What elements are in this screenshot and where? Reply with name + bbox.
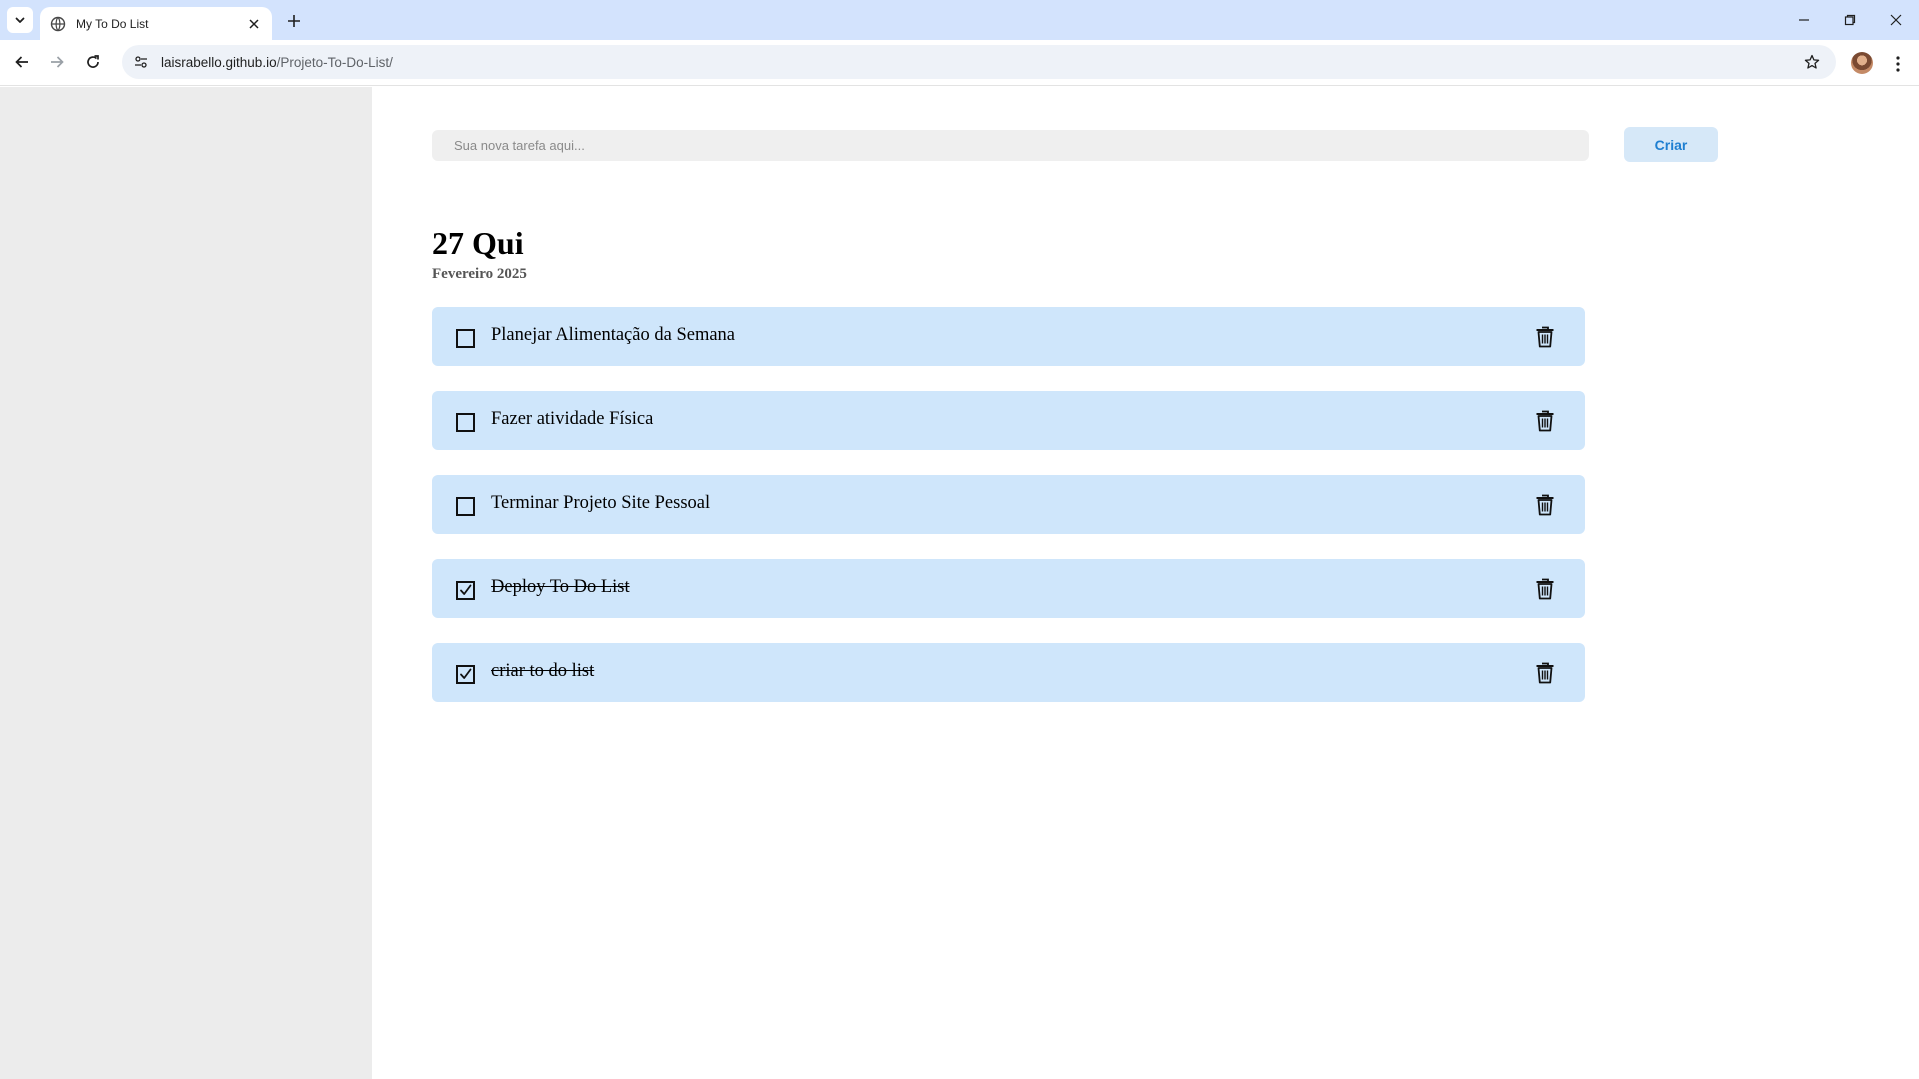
checkbox-icon[interactable] <box>456 664 475 684</box>
chevron-down-icon <box>15 17 25 23</box>
page-content: Criar 27 Qui Fevereiro 2025 Planejar Ali… <box>0 87 1919 1079</box>
task-label: Terminar Projeto Site Pessoal <box>491 492 711 513</box>
tab-strip: My To Do List <box>0 0 1919 40</box>
address-bar[interactable]: laisrabello.github.io/Projeto-To-Do-List… <box>122 45 1836 79</box>
restore-icon <box>1844 14 1856 26</box>
task-item: Planejar Alimentação da Semana <box>432 307 1585 366</box>
task-label: criar to do list <box>491 660 595 681</box>
task-label: Deploy To Do List <box>491 576 630 597</box>
trash-icon[interactable] <box>1533 408 1557 434</box>
close-tab-icon[interactable] <box>244 14 264 34</box>
date-month: Fevereiro 2025 <box>432 266 527 282</box>
minimize-icon <box>1799 19 1809 21</box>
sidebar <box>0 87 372 1079</box>
close-icon <box>1890 14 1902 26</box>
url-text: laisrabello.github.io/Projeto-To-Do-List… <box>161 55 1798 70</box>
task-label: Planejar Alimentação da Semana <box>491 324 736 345</box>
trash-icon[interactable] <box>1533 324 1557 350</box>
task-item: criar to do list <box>432 643 1585 702</box>
create-task-button[interactable]: Criar <box>1624 127 1718 162</box>
site-info-icon[interactable] <box>130 51 152 73</box>
browser-window: My To Do List laisrabello.github.io/Proj… <box>0 0 1919 1079</box>
task-item: Deploy To Do List <box>432 559 1585 618</box>
plus-icon <box>288 15 300 27</box>
task-label: Fazer atividade Física <box>491 408 654 429</box>
minimize-button[interactable] <box>1781 0 1827 40</box>
globe-icon <box>50 16 66 32</box>
reload-button[interactable] <box>78 47 108 77</box>
bookmark-star-icon[interactable] <box>1798 48 1826 76</box>
tab-active[interactable]: My To Do List <box>40 7 272 40</box>
arrow-right-icon <box>51 56 64 68</box>
reload-icon <box>87 55 99 68</box>
browser-toolbar: laisrabello.github.io/Projeto-To-Do-List… <box>0 40 1919 86</box>
forward-button[interactable] <box>42 47 72 77</box>
trash-icon[interactable] <box>1533 492 1557 518</box>
new-tab-button[interactable] <box>281 8 307 34</box>
date-day: 27 Qui <box>432 225 524 261</box>
checkbox-icon[interactable] <box>456 412 475 432</box>
checkbox-icon[interactable] <box>456 328 475 348</box>
browser-menu-button[interactable] <box>1886 52 1910 76</box>
checkbox-icon[interactable] <box>456 580 475 600</box>
task-item: Terminar Projeto Site Pessoal <box>432 475 1585 534</box>
back-button[interactable] <box>7 47 37 77</box>
profile-avatar[interactable] <box>1851 52 1873 74</box>
close-window-button[interactable] <box>1873 0 1919 40</box>
trash-icon[interactable] <box>1533 576 1557 602</box>
task-item: Fazer atividade Física <box>432 391 1585 450</box>
trash-icon[interactable] <box>1533 660 1557 686</box>
tab-search-button[interactable] <box>7 7 33 33</box>
more-vert-icon <box>1896 56 1900 72</box>
new-task-input[interactable] <box>432 130 1589 161</box>
arrow-left-icon <box>15 56 28 68</box>
checkbox-icon[interactable] <box>456 496 475 516</box>
url-host: laisrabello.github.io <box>161 54 277 70</box>
main-panel: Criar 27 Qui Fevereiro 2025 Planejar Ali… <box>372 87 1919 1079</box>
restore-button[interactable] <box>1827 0 1873 40</box>
tab-title: My To Do List <box>76 16 149 31</box>
url-path: /Projeto-To-Do-List/ <box>276 54 393 70</box>
task-list: Planejar Alimentação da Semana Fazer ati… <box>432 307 1585 727</box>
